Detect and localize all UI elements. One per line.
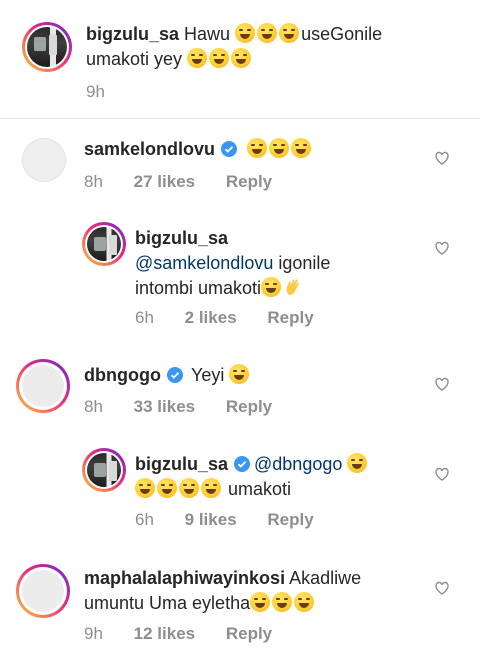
comment-text: umuntu Uma eyletha: [84, 593, 251, 613]
timestamp: 8h: [84, 172, 103, 191]
comment-text: umakoti: [223, 479, 292, 499]
laugh-emoji: [269, 138, 290, 158]
like-count[interactable]: 12 likes: [134, 624, 195, 643]
reply-comment-2: bigzulu_sa @dbngogo umakoti 6h 9 likes Re…: [0, 446, 480, 536]
comment-body: maphalalaphiwayinkosi Akadliwe umuntu Um…: [84, 566, 414, 616]
profile-photo: [27, 27, 67, 67]
username[interactable]: maphalalaphiwayinkosi: [84, 568, 285, 588]
rofl-emoji: [257, 23, 278, 43]
comment-text: umakoti yey: [86, 49, 188, 69]
comment-body: dbngogo Yeyi: [84, 363, 251, 388]
laugh-emoji: [261, 277, 282, 297]
timestamp: 9h: [86, 82, 105, 101]
verified-badge-icon: [234, 456, 251, 472]
username[interactable]: bigzulu_sa: [135, 454, 228, 474]
avatar[interactable]: [16, 359, 70, 413]
comment-2: samkelondlovu 8h 27 likes Reply: [0, 132, 480, 202]
like-count[interactable]: 33 likes: [134, 397, 195, 416]
comment-meta: 6h 9 likes Reply: [135, 510, 340, 530]
comment-body: samkelondlovu: [84, 137, 313, 162]
profile-photo: [87, 227, 121, 261]
laugh-emoji: [291, 138, 312, 158]
timestamp: 9h: [84, 624, 103, 643]
comment-body: bigzulu_sa @dbngogo umakoti: [135, 452, 435, 502]
avatar[interactable]: [16, 564, 70, 618]
reply-button[interactable]: Reply: [267, 510, 313, 529]
heart-outline-icon[interactable]: [434, 466, 450, 482]
comment-3: dbngogo Yeyi 8h 33 likes Reply: [0, 355, 480, 425]
mention-link[interactable]: @dbngogo: [254, 454, 342, 474]
comment-text: Yeyi: [190, 365, 230, 385]
comment-body: bigzulu_sa @samkelondlovu igonile intomb…: [135, 226, 415, 301]
reply-comment-1: bigzulu_sa @samkelondlovu igonile intomb…: [0, 220, 480, 332]
divider: [0, 118, 480, 119]
comment-meta: 6h 2 likes Reply: [135, 308, 340, 328]
avatar[interactable]: [82, 222, 126, 266]
reply-button[interactable]: Reply: [226, 624, 272, 643]
heart-outline-icon[interactable]: [434, 580, 450, 596]
username[interactable]: dbngogo: [84, 365, 161, 385]
like-count[interactable]: 27 likes: [134, 172, 195, 191]
laugh-emoji: [157, 478, 177, 498]
verified-badge-icon: [166, 367, 183, 383]
rofl-emoji: [231, 48, 252, 68]
mention-link[interactable]: @samkelondlovu: [135, 253, 273, 273]
comment-text: useGonile: [301, 24, 383, 44]
laugh-emoji: [250, 592, 271, 612]
laugh-emoji: [135, 478, 155, 498]
laugh-emoji: [294, 592, 315, 612]
laugh-emoji: [272, 592, 293, 612]
username[interactable]: bigzulu_sa: [86, 24, 179, 44]
rofl-emoji: [229, 364, 250, 384]
reply-button[interactable]: Reply: [226, 172, 272, 191]
rofl-emoji: [235, 23, 256, 43]
comment-1: bigzulu_sa Hawu useGonile umakoti yey 9h: [0, 14, 480, 104]
timestamp: 6h: [135, 308, 154, 327]
comment-text: Hawu: [184, 24, 236, 44]
like-count[interactable]: 9 likes: [185, 510, 237, 529]
timestamp: 8h: [84, 397, 103, 416]
like-count[interactable]: 2 likes: [185, 308, 237, 327]
reply-button[interactable]: Reply: [226, 397, 272, 416]
heart-outline-icon[interactable]: [434, 376, 450, 392]
reply-button[interactable]: Reply: [267, 308, 313, 327]
laugh-emoji: [347, 453, 368, 473]
comment-text: intombi umakoti: [135, 278, 262, 298]
comment-text: Akadliwe: [285, 568, 362, 588]
avatar[interactable]: [82, 448, 126, 492]
rofl-emoji: [209, 48, 230, 68]
comment-meta: 9h 12 likes Reply: [84, 624, 298, 644]
rofl-emoji: [279, 23, 300, 43]
laugh-emoji: [179, 478, 199, 498]
waving-hand-emoji: [286, 279, 300, 295]
timestamp: 6h: [135, 510, 154, 529]
comment-4: maphalalaphiwayinkosi Akadliwe umuntu Um…: [0, 562, 480, 652]
heart-outline-icon[interactable]: [434, 240, 450, 256]
heart-outline-icon[interactable]: [434, 150, 450, 166]
rofl-emoji: [187, 48, 208, 68]
verified-badge-icon: [221, 141, 238, 157]
username[interactable]: bigzulu_sa: [135, 228, 228, 248]
avatar[interactable]: [22, 22, 72, 72]
comment-meta: 8h 33 likes Reply: [84, 397, 298, 417]
username[interactable]: samkelondlovu: [84, 139, 215, 159]
avatar[interactable]: [22, 138, 66, 182]
laugh-emoji: [247, 138, 268, 158]
comment-meta: 8h 27 likes Reply: [84, 172, 298, 192]
laugh-emoji: [201, 478, 221, 498]
comment-body: bigzulu_sa Hawu useGonile umakoti yey: [86, 22, 436, 72]
comment-text: igonile: [273, 253, 331, 273]
profile-photo: [87, 453, 121, 487]
comment-meta: 9h: [86, 82, 131, 102]
